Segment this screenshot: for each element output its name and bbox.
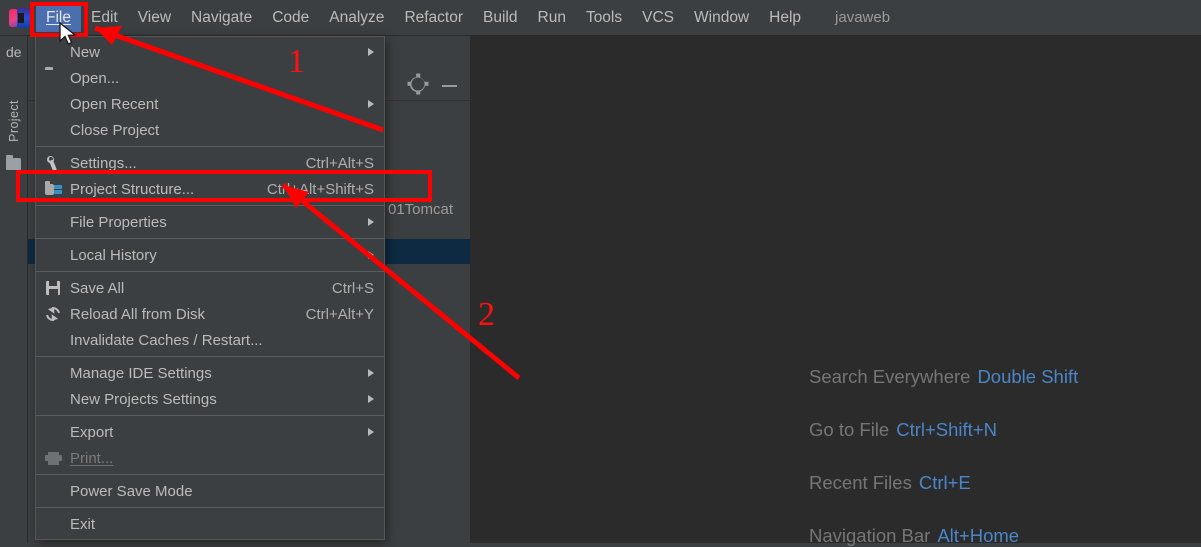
annotation-rect-project-structure [16,170,432,202]
annotation-number-2: 2 [478,296,495,333]
mouse-cursor-icon [59,22,77,45]
annotation-arrows [94,25,521,380]
ide-window: Project de 01Tomcat Search Everywhere Dou… [0,0,1201,546]
annotation-number-1: 1 [288,43,305,80]
